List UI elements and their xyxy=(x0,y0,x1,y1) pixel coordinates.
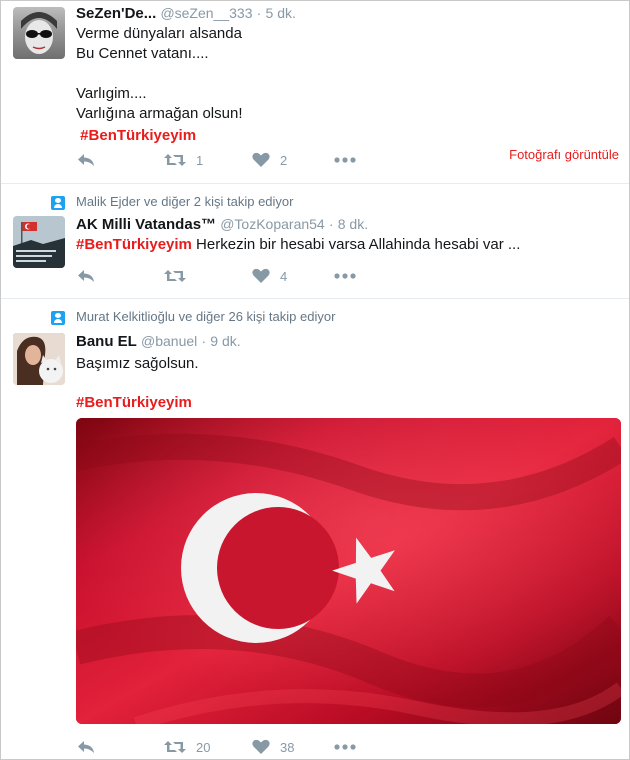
retweet-button[interactable]: 20 xyxy=(164,737,210,757)
avatar[interactable] xyxy=(13,333,65,385)
hashtag-link[interactable]: #BenTürkiyeyim xyxy=(76,236,192,253)
follow-context-icon xyxy=(51,196,65,210)
more-button[interactable] xyxy=(334,266,356,286)
more-icon xyxy=(334,273,356,279)
reply-icon xyxy=(78,270,94,282)
hashtag-link[interactable]: #BenTürkiyeyim xyxy=(80,127,196,144)
reply-icon xyxy=(78,154,94,166)
tweet-text: Verme dünyaları alsanda Bu Cennet vatanı… xyxy=(76,25,243,122)
heart-icon xyxy=(252,152,270,167)
reply-button[interactable] xyxy=(76,737,96,757)
author-handle[interactable]: @seZen__333 xyxy=(160,5,252,21)
like-count: 2 xyxy=(280,152,288,168)
tweet-2[interactable]: Malik Ejder ve diğer 2 kişi takip ediyor… xyxy=(1,184,629,299)
like-button[interactable]: 38 xyxy=(252,737,294,757)
follow-context: Murat Kelkitlioğlu ve diğer 26 kişi taki… xyxy=(76,309,336,324)
follow-context-icon xyxy=(51,311,65,325)
author-name[interactable]: SeZen'De... xyxy=(76,5,156,22)
tweet-3[interactable]: Murat Kelkitlioğlu ve diğer 26 kişi taki… xyxy=(1,299,629,760)
tweet-text: Başımız sağolsun. xyxy=(76,355,199,372)
author-handle[interactable]: @TozKoparan54 xyxy=(220,216,325,232)
more-button[interactable] xyxy=(334,737,356,757)
retweet-icon xyxy=(164,270,186,282)
tweet-time[interactable]: 8 dk. xyxy=(338,216,368,232)
avatar[interactable] xyxy=(13,7,65,59)
reply-button[interactable] xyxy=(76,266,96,286)
heart-icon xyxy=(252,739,270,754)
author-name[interactable]: Banu EL xyxy=(76,333,137,350)
tweet-time[interactable]: 5 dk. xyxy=(266,5,296,21)
retweet-icon xyxy=(164,154,186,166)
like-button[interactable]: 4 xyxy=(252,266,287,286)
tweet-text: Herkezin bir hesabi varsa Allahinda hesa… xyxy=(191,236,521,253)
tweet-actions: 4 xyxy=(76,266,616,286)
tweet-1[interactable]: SeZen'De... @seZen__333 · 5 dk. Verme dü… xyxy=(1,1,629,184)
heart-icon xyxy=(252,268,270,283)
tweet-actions: 20 38 xyxy=(76,737,616,757)
more-button[interactable] xyxy=(334,150,356,170)
follow-context: Malik Ejder ve diğer 2 kişi takip ediyor xyxy=(76,194,294,209)
tweet-image-turkish-flag[interactable] xyxy=(76,418,621,724)
retweet-count: 1 xyxy=(196,152,204,168)
author-name[interactable]: AK Milli Vatandas™ xyxy=(76,216,216,233)
avatar[interactable] xyxy=(13,216,65,268)
retweet-button[interactable]: 1 xyxy=(164,150,203,170)
retweet-count: 20 xyxy=(196,739,211,755)
retweet-icon xyxy=(164,741,186,753)
like-count: 4 xyxy=(280,268,288,284)
like-button[interactable]: 2 xyxy=(252,150,287,170)
reply-icon xyxy=(78,741,94,753)
more-icon xyxy=(334,157,356,163)
view-photo-link[interactable]: Fotoğrafı görüntüle xyxy=(509,147,619,162)
reply-button[interactable] xyxy=(76,150,96,170)
author-handle[interactable]: @banuel xyxy=(141,333,197,349)
hashtag-link[interactable]: #BenTürkiyeyim xyxy=(76,394,192,411)
more-icon xyxy=(334,744,356,750)
like-count: 38 xyxy=(280,739,295,755)
tweet-time[interactable]: 9 dk. xyxy=(210,333,240,349)
retweet-button[interactable] xyxy=(164,266,196,286)
